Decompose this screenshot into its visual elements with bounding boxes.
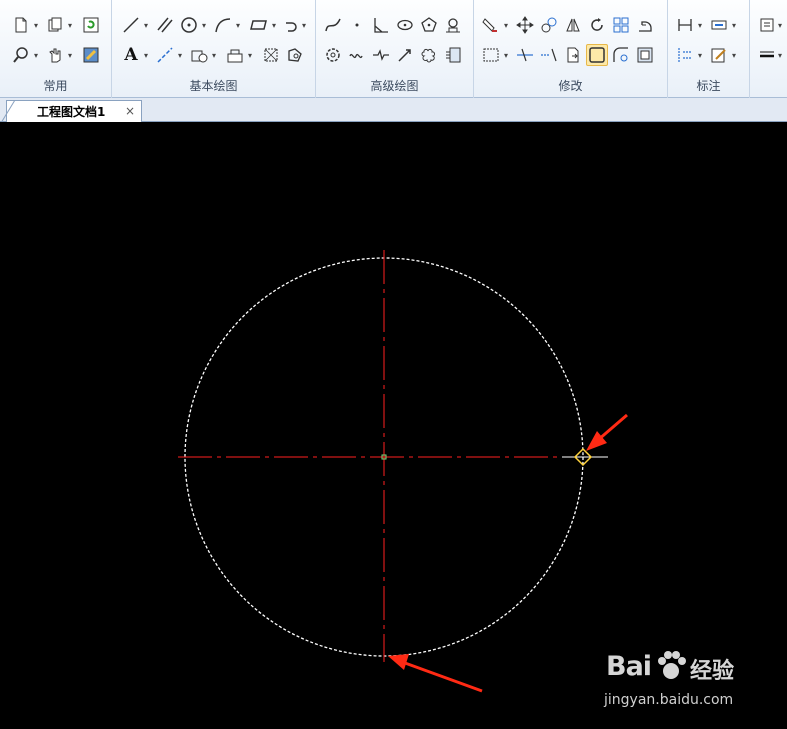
- array-icon[interactable]: [610, 14, 632, 36]
- open-file-dropdown-icon[interactable]: ▾: [68, 22, 76, 30]
- angle-line-icon[interactable]: [370, 14, 392, 36]
- group-advanced-draw: 高级绘图: [316, 0, 474, 98]
- eraser-dropdown-icon[interactable]: ▾: [504, 22, 512, 30]
- paw-logo-icon: [658, 651, 686, 679]
- text-tool-glyph: A: [124, 45, 138, 65]
- refresh-icon[interactable]: [80, 14, 102, 36]
- stretch-icon[interactable]: [634, 44, 656, 66]
- move-icon[interactable]: [514, 14, 536, 36]
- dimension-icon[interactable]: [674, 14, 696, 36]
- cloud-line-icon[interactable]: [418, 44, 440, 66]
- rectangle-icon[interactable]: [248, 14, 270, 36]
- hatch-dropdown-icon[interactable]: ▾: [212, 52, 220, 60]
- line-weight-dropdown-icon[interactable]: ▾: [778, 52, 786, 60]
- layer-dropdown-icon[interactable]: ▾: [778, 22, 786, 30]
- fillet-icon[interactable]: [610, 44, 632, 66]
- group-annotate: ▾ ▾ ▾ ▾ 标注: [668, 0, 750, 98]
- explode-icon[interactable]: [562, 44, 584, 66]
- coordinate-mark-icon[interactable]: [674, 44, 696, 66]
- close-icon[interactable]: ×: [125, 104, 135, 118]
- offset-icon[interactable]: [586, 44, 608, 66]
- text-tool-icon[interactable]: A: [120, 44, 142, 66]
- zoom-dropdown-icon[interactable]: ▾: [34, 52, 42, 60]
- centerline-icon[interactable]: [154, 44, 176, 66]
- group-title-modify: 修改: [558, 79, 583, 93]
- point-icon[interactable]: [346, 14, 368, 36]
- group-more: ▾ ▾: [750, 0, 787, 98]
- ribbon-toolbar: ▾ ▾ ▾ ▾ 常用 ▾ ▾ ▾ ▾ ▾ A ▾ ▾ ▾ ▾ 基本绘图 高级绘图…: [0, 0, 787, 98]
- eraser-icon[interactable]: [480, 14, 502, 36]
- edit-annotation-icon[interactable]: [708, 44, 730, 66]
- select-box-icon[interactable]: [480, 44, 502, 66]
- edit-annotation-dropdown-icon[interactable]: ▾: [732, 52, 740, 60]
- text-annotation-icon[interactable]: [708, 14, 730, 36]
- gear-icon[interactable]: [322, 44, 344, 66]
- group-title-advanced-draw: 高级绘图: [370, 79, 419, 93]
- wave-line-icon[interactable]: [346, 44, 368, 66]
- circle-dropdown-icon[interactable]: ▾: [202, 22, 210, 30]
- scale-icon[interactable]: [634, 14, 656, 36]
- open-file-icon[interactable]: [44, 14, 66, 36]
- zoom-icon[interactable]: [10, 44, 32, 66]
- mirror-icon[interactable]: [562, 14, 584, 36]
- arrow-pointer-quadrant: [586, 413, 628, 451]
- tab-document-title: 工程图文档1: [37, 105, 106, 119]
- line-weight-icon[interactable]: [756, 44, 778, 66]
- break-line-icon[interactable]: [370, 44, 392, 66]
- text-dropdown-icon[interactable]: ▾: [144, 52, 152, 60]
- spline-icon[interactable]: [322, 14, 344, 36]
- centerline-dropdown-icon[interactable]: ▾: [178, 52, 186, 60]
- stacked-sheets-icon[interactable]: [442, 44, 464, 66]
- group-common: ▾ ▾ ▾ ▾ 常用: [0, 0, 112, 98]
- polyline-dropdown-icon[interactable]: ▾: [302, 22, 310, 30]
- watermark-brand: Bai: [606, 651, 652, 682]
- ellipse-icon[interactable]: [394, 14, 416, 36]
- region-icon[interactable]: [284, 44, 306, 66]
- line-dropdown-icon[interactable]: ▾: [144, 22, 152, 30]
- arc-icon[interactable]: [212, 14, 234, 36]
- hole-icon[interactable]: [442, 14, 464, 36]
- arrow-tool-icon[interactable]: [394, 44, 416, 66]
- hatch-icon[interactable]: [188, 44, 210, 66]
- dimension-dropdown-icon[interactable]: ▾: [698, 22, 706, 30]
- polyline-icon[interactable]: [282, 14, 304, 36]
- group-title-basic-draw: 基本绘图: [189, 79, 238, 93]
- new-file-dropdown-icon[interactable]: ▾: [34, 22, 42, 30]
- line-icon[interactable]: [120, 14, 142, 36]
- document-tab-bar: 工程图文档1 ×: [0, 98, 787, 123]
- pan-icon[interactable]: [44, 44, 66, 66]
- circle-tool-icon[interactable]: [178, 14, 200, 36]
- properties-icon[interactable]: [80, 44, 102, 66]
- rectangle-dropdown-icon[interactable]: ▾: [272, 22, 280, 30]
- drawing-canvas[interactable]: Bai 经验 jingyan.baidu.com: [0, 122, 787, 729]
- group-title-annotate: 标注: [696, 79, 721, 93]
- group-basic-draw: ▾ ▾ ▾ ▾ ▾ A ▾ ▾ ▾ ▾ 基本绘图: [112, 0, 316, 98]
- tab-slant-icon: [1, 100, 16, 123]
- group-modify: ▾ ▾ 修改: [474, 0, 668, 98]
- copy-object-icon[interactable]: [538, 14, 560, 36]
- polygon-icon[interactable]: [418, 14, 440, 36]
- extend-icon[interactable]: [538, 44, 560, 66]
- bounding-box-icon[interactable]: [260, 44, 282, 66]
- new-file-icon[interactable]: [10, 14, 32, 36]
- layer-icon[interactable]: [756, 14, 778, 36]
- arc-dropdown-icon[interactable]: ▾: [236, 22, 244, 30]
- text-annotation-dropdown-icon[interactable]: ▾: [732, 22, 740, 30]
- parallel-line-icon[interactable]: [154, 14, 176, 36]
- watermark-brand-prefix: Bai: [606, 651, 652, 682]
- watermark-url: jingyan.baidu.com: [604, 692, 734, 708]
- block-icon[interactable]: [224, 44, 246, 66]
- tab-document[interactable]: 工程图文档1 ×: [1, 100, 142, 123]
- select-dropdown-icon[interactable]: ▾: [504, 52, 512, 60]
- arrow-pointer-bottom: [388, 654, 483, 693]
- pan-dropdown-icon[interactable]: ▾: [68, 52, 76, 60]
- block-dropdown-icon[interactable]: ▾: [248, 52, 256, 60]
- rotate-icon[interactable]: [586, 14, 608, 36]
- trim-icon[interactable]: [514, 44, 536, 66]
- group-title-common: 常用: [43, 79, 68, 93]
- watermark-jingyan: 经验: [690, 659, 735, 684]
- coordinate-dropdown-icon[interactable]: ▾: [698, 52, 706, 60]
